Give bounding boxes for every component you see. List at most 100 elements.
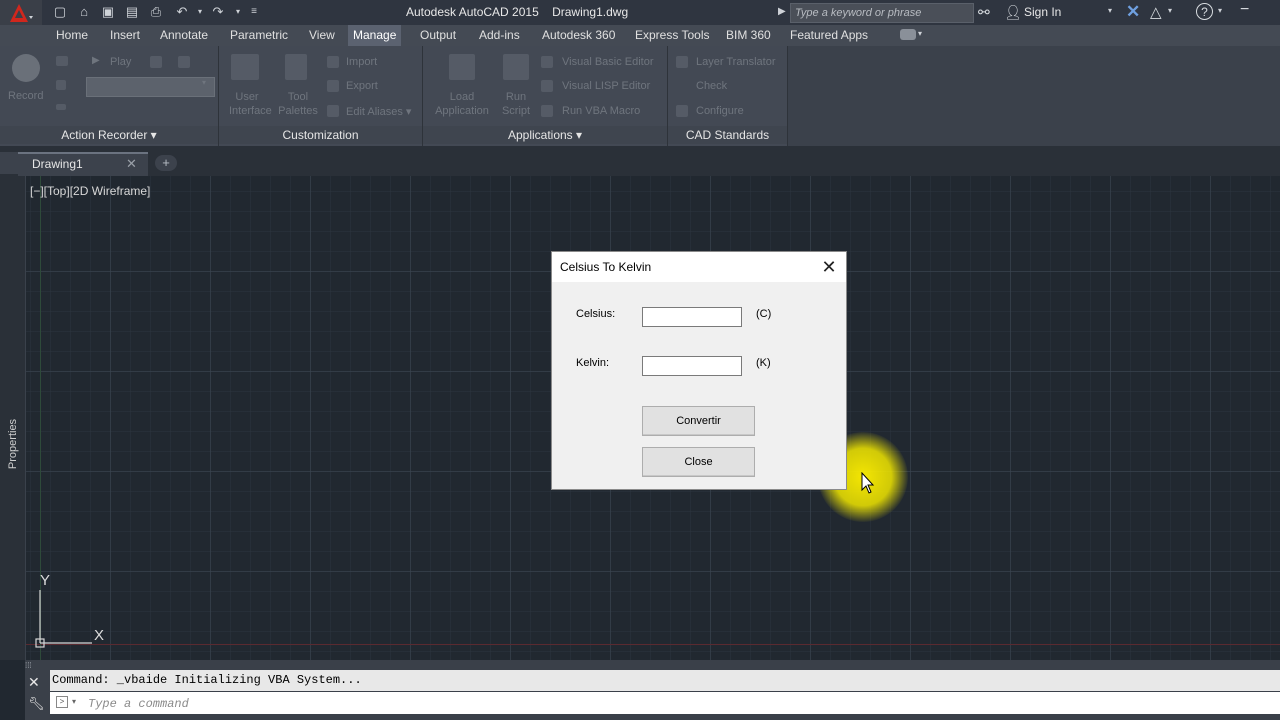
redo-icon[interactable]: ↷	[210, 4, 226, 20]
configure-standards-icon	[676, 105, 688, 117]
visual-basic-editor-icon	[541, 56, 553, 68]
dialog-title: Celsius To Kelvin	[560, 260, 652, 274]
tab-insert[interactable]: Insert	[106, 25, 144, 46]
panel-title-applications[interactable]: Applications ▾	[423, 126, 667, 144]
save-icon[interactable]: ▣	[100, 4, 116, 20]
command-prompt-icon[interactable]: >	[56, 696, 68, 708]
load-application-icon	[449, 54, 475, 80]
new-tab-plus-icon[interactable]: +	[155, 155, 177, 171]
application-menu-button[interactable]	[0, 0, 42, 25]
print-icon[interactable]: ⎙	[148, 4, 164, 20]
search-box[interactable]	[790, 3, 975, 23]
export-icon	[327, 80, 339, 92]
kelvin-input[interactable]	[642, 356, 742, 376]
command-input[interactable]	[86, 695, 1270, 713]
tab-view[interactable]: View	[305, 25, 339, 46]
search-input[interactable]	[791, 4, 975, 22]
check-standards-button[interactable]: Check	[696, 80, 727, 92]
help-dropdown-icon[interactable]: ▾	[1218, 6, 1222, 15]
import-button[interactable]: Import	[346, 56, 377, 68]
tab-bim-360[interactable]: BIM 360	[722, 25, 775, 46]
viewport-controls[interactable]: [−][Top][2D Wireframe]	[30, 184, 150, 198]
ribbon-options-dropdown-icon[interactable]: ▾	[918, 29, 922, 38]
edit-aliases-button[interactable]: Edit Aliases ▾	[346, 105, 411, 118]
configure-standards-button[interactable]: Configure	[696, 105, 744, 117]
binoculars-icon[interactable]: ⚯	[978, 4, 996, 20]
run-vba-macro-icon	[541, 105, 553, 117]
celsius-to-kelvin-dialog: Celsius To Kelvin ✕ Celsius: (C) Kelvin:…	[551, 251, 847, 490]
ribbon-minimize-icon[interactable]	[900, 29, 916, 40]
new-icon[interactable]: ▢	[52, 4, 68, 20]
run-script-icon	[503, 54, 529, 80]
tab-featured-apps[interactable]: Featured Apps	[786, 25, 872, 46]
record-button[interactable]: Record	[8, 90, 43, 102]
autocad-logo-icon	[10, 3, 33, 22]
command-close-icon[interactable]: ✕	[28, 674, 40, 691]
record-icon	[12, 54, 40, 82]
tab-annotate[interactable]: Annotate	[156, 25, 212, 46]
customize-qat-icon[interactable]: ≡	[246, 4, 262, 20]
properties-palette-label[interactable]: Properties	[7, 409, 19, 479]
celsius-unit-label: (C)	[756, 308, 772, 320]
panel-applications: Load Application Run Script Visual Basic…	[423, 46, 668, 146]
run-vba-macro-button[interactable]: Run VBA Macro	[562, 105, 640, 117]
save-as-icon[interactable]: ▤	[124, 4, 140, 20]
visual-basic-editor-button[interactable]: Visual Basic Editor	[562, 56, 654, 68]
undo-dropdown-icon[interactable]: ▾	[192, 4, 208, 20]
file-tab-label: Drawing1	[32, 157, 83, 171]
action-macro-select[interactable]	[86, 77, 215, 97]
ucs-y-label: Y	[40, 572, 51, 589]
tab-parametric[interactable]: Parametric	[226, 25, 292, 46]
dialog-close-icon[interactable]: ✕	[818, 256, 840, 278]
user-icon: 👤︎	[1004, 4, 1022, 20]
recent-commands-dropdown-icon[interactable]: ▾	[72, 697, 76, 706]
exchange-apps-icon[interactable]: ✕	[1126, 2, 1140, 22]
help-icon[interactable]: ?	[1196, 3, 1213, 20]
sign-in-dropdown-icon[interactable]: ▾	[1108, 6, 1112, 15]
export-button[interactable]: Export	[346, 80, 378, 92]
file-tab-drawing1[interactable]: Drawing1 ✕	[18, 152, 148, 176]
tool-palettes-button[interactable]: Tool Palettes	[275, 90, 321, 118]
close-button[interactable]: Close	[642, 447, 755, 477]
open-icon[interactable]: ⌂	[76, 4, 92, 20]
minimize-icon[interactable]: −	[1240, 1, 1249, 19]
layer-translator-button[interactable]: Layer Translator	[696, 56, 775, 68]
panel-action-recorder: Record ▶ Play ▾ Action Recorder ▾	[0, 46, 219, 146]
kelvin-label: Kelvin:	[576, 357, 610, 369]
tab-output[interactable]: Output	[416, 25, 460, 46]
celsius-input[interactable]	[642, 307, 742, 327]
redo-dropdown-icon[interactable]: ▾	[230, 4, 246, 20]
load-application-button[interactable]: Load Application	[431, 90, 493, 118]
tab-home[interactable]: Home	[52, 25, 92, 46]
user-interface-button[interactable]: User Interface	[229, 90, 272, 118]
ucs-x-label: X	[94, 627, 105, 644]
a360-dropdown-icon[interactable]: ▾	[1168, 6, 1172, 15]
window-title: Autodesk AutoCAD 2015 Drawing1.dwg	[406, 5, 629, 19]
play-button[interactable]: Play	[110, 56, 131, 68]
run-script-button[interactable]: Run Script	[501, 90, 531, 118]
command-history: Command: _vbaide Initializing VBA System…	[50, 670, 1280, 691]
undo-icon[interactable]: ↶	[174, 4, 190, 20]
tab-add-ins[interactable]: Add-ins	[475, 25, 524, 46]
panel-customization: User Interface Tool Palettes Import Expo…	[219, 46, 423, 146]
start-tab[interactable]	[0, 152, 18, 174]
close-tab-icon[interactable]: ✕	[126, 156, 137, 172]
manage-macros-icon	[178, 56, 190, 68]
visual-lisp-editor-button[interactable]: Visual LISP Editor	[562, 80, 650, 92]
convert-button[interactable]: Convertir	[642, 406, 755, 436]
insert-message-icon	[56, 80, 66, 90]
command-grip-icon[interactable]: ⁞⁞⁞	[25, 662, 47, 670]
autodesk-360-icon[interactable]: △	[1150, 3, 1162, 21]
tab-express-tools[interactable]: Express Tools	[631, 25, 713, 46]
tab-manage[interactable]: Manage	[348, 25, 402, 46]
search-expand-icon[interactable]: ▶	[778, 4, 788, 20]
message-icon	[56, 56, 68, 66]
mouse-cursor-icon	[861, 472, 875, 494]
command-input-row[interactable]: > ▾	[50, 692, 1280, 714]
tab-autodesk-360[interactable]: Autodesk 360	[538, 25, 619, 46]
customize-wrench-icon[interactable]: 🔧︎	[28, 696, 45, 712]
sign-in-button[interactable]: Sign In	[1024, 5, 1061, 19]
panel-title-action-recorder[interactable]: Action Recorder ▾	[0, 126, 218, 144]
user-interface-icon	[231, 54, 259, 80]
x-axis-line	[25, 644, 1280, 645]
